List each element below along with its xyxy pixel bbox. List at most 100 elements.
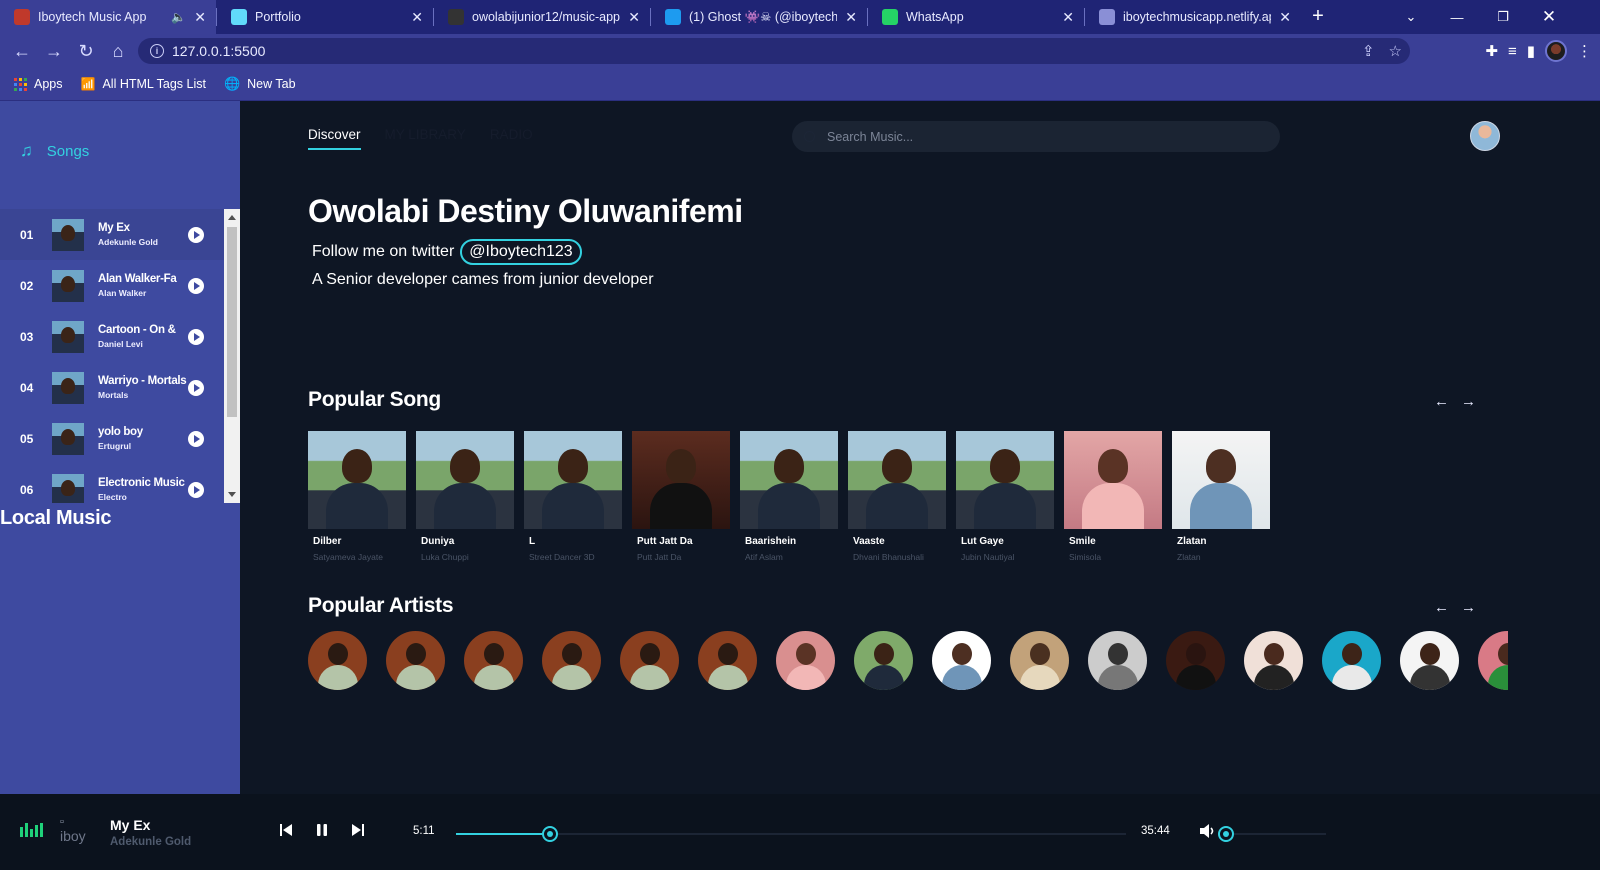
scroll-up-arrow[interactable] xyxy=(228,215,236,220)
tab-close-icon[interactable]: ✕ xyxy=(845,9,857,26)
reading-list-icon[interactable]: ≡ xyxy=(1508,43,1517,60)
minimize-button[interactable]: — xyxy=(1434,0,1480,34)
next-button[interactable] xyxy=(348,820,368,840)
song-card[interactable]: Zlatan Zlatan xyxy=(1172,431,1270,562)
tab-close-icon[interactable]: ✕ xyxy=(1062,9,1074,26)
browser-tab[interactable]: WhatsApp ✕ xyxy=(868,0,1084,34)
artist-avatar[interactable] xyxy=(932,631,991,690)
play-icon[interactable] xyxy=(188,277,204,294)
browser-menu-icon[interactable]: ⋮ xyxy=(1577,42,1592,60)
song-cover xyxy=(740,431,838,529)
restore-button[interactable]: ❐ xyxy=(1480,0,1526,34)
extensions-icon[interactable]: ✚ xyxy=(1485,42,1498,60)
scroll-down-arrow[interactable] xyxy=(228,492,236,497)
progress-handle[interactable] xyxy=(541,826,558,842)
sidebar-song-item[interactable]: 01 My Ex Adekunle Gold xyxy=(0,209,224,260)
forward-icon[interactable]: → xyxy=(38,35,70,67)
song-card[interactable]: Dilber Satyameva Jayate xyxy=(308,431,406,562)
site-info-icon[interactable]: i xyxy=(150,44,164,58)
address-bar[interactable]: i 127.0.0.1:5500 ⇪ ☆ xyxy=(138,38,1410,64)
close-window-button[interactable]: ✕ xyxy=(1526,0,1572,34)
artist-avatar[interactable] xyxy=(854,631,913,690)
scrollbar-thumb[interactable] xyxy=(227,227,237,417)
pause-button[interactable] xyxy=(312,820,332,840)
song-artist: Adekunle Gold xyxy=(98,237,158,247)
song-card[interactable]: Baarishein Atif Aslam xyxy=(740,431,838,562)
tab-close-icon[interactable]: ✕ xyxy=(411,9,423,26)
sidebar-song-item[interactable]: 03 Cartoon - On & Daniel Levi xyxy=(0,311,224,362)
nav-tab[interactable]: MY LIBRARY xyxy=(385,127,466,150)
sidebar-songs-header[interactable]: ♫ Songs xyxy=(20,141,89,161)
song-artist: Daniel Levi xyxy=(98,339,143,349)
song-card[interactable]: Duniya Luka Chuppi xyxy=(416,431,514,562)
artist-avatar[interactable] xyxy=(1400,631,1459,690)
artist-figure-head xyxy=(874,643,894,665)
side-panel-icon[interactable]: ▮ xyxy=(1527,42,1535,60)
tab-audio-icon[interactable]: 🔈 xyxy=(171,10,186,24)
artist-avatar[interactable] xyxy=(1088,631,1147,690)
tab-close-icon[interactable]: ✕ xyxy=(1279,9,1291,26)
arrow-right-icon[interactable]: → xyxy=(1461,599,1476,616)
volume-handle[interactable] xyxy=(1218,826,1234,842)
bookmark-star-icon[interactable]: ☆ xyxy=(1389,42,1402,60)
sidebar-song-item[interactable]: 04 Warriyo - Mortals Mortals xyxy=(0,362,224,413)
song-card[interactable]: L Street Dancer 3D xyxy=(524,431,622,562)
progress-bar[interactable] xyxy=(456,826,1126,842)
new-tab-button[interactable]: + xyxy=(1301,0,1335,34)
arrow-left-icon[interactable]: ← xyxy=(1434,599,1449,616)
play-icon[interactable] xyxy=(188,328,204,345)
bookmark-new-tab[interactable]: 🌐 New Tab xyxy=(224,76,296,92)
play-icon[interactable] xyxy=(188,226,204,243)
tab-search-icon[interactable]: ⌄ xyxy=(1388,0,1434,34)
artist-avatar[interactable] xyxy=(620,631,679,690)
share-icon[interactable]: ⇪ xyxy=(1362,42,1375,60)
browser-tab[interactable]: iboytechmusicapp.netlify.app ✕ xyxy=(1085,0,1301,34)
song-card[interactable]: Vaaste Dhvani Bhanushali xyxy=(848,431,946,562)
back-icon[interactable]: ← xyxy=(6,35,38,67)
artist-avatar[interactable] xyxy=(1010,631,1069,690)
browser-profile-avatar[interactable] xyxy=(1545,40,1567,62)
sidebar-song-item[interactable]: 02 Alan Walker-Fa Alan Walker xyxy=(0,260,224,311)
twitter-handle-link[interactable]: @Iboytech123 xyxy=(460,239,582,265)
song-list-scrollbar[interactable] xyxy=(224,209,240,503)
volume-icon[interactable] xyxy=(1198,822,1216,840)
nav-tab[interactable]: Discover xyxy=(308,127,361,150)
previous-button[interactable] xyxy=(276,820,296,840)
browser-tab[interactable]: Iboytech Music App 🔈 ✕ xyxy=(0,0,216,34)
tab-close-icon[interactable]: ✕ xyxy=(194,9,206,26)
play-icon[interactable] xyxy=(188,430,204,447)
artist-avatar[interactable] xyxy=(1166,631,1225,690)
song-card[interactable]: Smile Simisola xyxy=(1064,431,1162,562)
bookmark-apps[interactable]: Apps xyxy=(14,77,63,91)
user-avatar[interactable] xyxy=(1470,121,1500,151)
browser-tab[interactable]: (1) Ghost 👾☠ (@iboytech1 ✕ xyxy=(651,0,867,34)
browser-tab[interactable]: owolabijunior12/music-applic ✕ xyxy=(434,0,650,34)
song-card[interactable]: Lut Gaye Jubin Nautiyal xyxy=(956,431,1054,562)
artist-figure-head xyxy=(406,643,426,665)
nav-tab[interactable]: RADIO xyxy=(490,127,533,150)
browser-tab[interactable]: Portfolio ✕ xyxy=(217,0,433,34)
artist-avatar[interactable] xyxy=(542,631,601,690)
sidebar-song-item[interactable]: 06 Electronic Music Electro xyxy=(0,464,224,503)
song-card[interactable]: Putt Jatt Da Putt Jatt Da xyxy=(632,431,730,562)
artist-avatar[interactable] xyxy=(308,631,367,690)
artist-avatar[interactable] xyxy=(386,631,445,690)
artist-avatar[interactable] xyxy=(1478,631,1508,690)
bookmark-html-tags[interactable]: 📶 All HTML Tags List xyxy=(81,77,206,91)
artist-avatar[interactable] xyxy=(1322,631,1381,690)
play-icon[interactable] xyxy=(188,379,204,396)
search-input[interactable] xyxy=(827,129,1247,144)
volume-slider[interactable] xyxy=(1218,826,1326,842)
artist-avatar[interactable] xyxy=(1244,631,1303,690)
tab-close-icon[interactable]: ✕ xyxy=(628,9,640,26)
reload-icon[interactable]: ↻ xyxy=(70,35,102,67)
main-content: Discover MY LIBRARY RADIO Owolabi Destiny … xyxy=(240,101,1600,794)
artist-avatar[interactable] xyxy=(698,631,757,690)
artist-avatar[interactable] xyxy=(464,631,523,690)
sidebar-song-item[interactable]: 05 yolo boy Ertugrul xyxy=(0,413,224,464)
play-icon[interactable] xyxy=(188,481,204,498)
artist-avatar[interactable] xyxy=(776,631,835,690)
arrow-right-icon[interactable]: → xyxy=(1461,393,1476,410)
arrow-left-icon[interactable]: ← xyxy=(1434,393,1449,410)
home-icon[interactable]: ⌂ xyxy=(102,35,134,67)
